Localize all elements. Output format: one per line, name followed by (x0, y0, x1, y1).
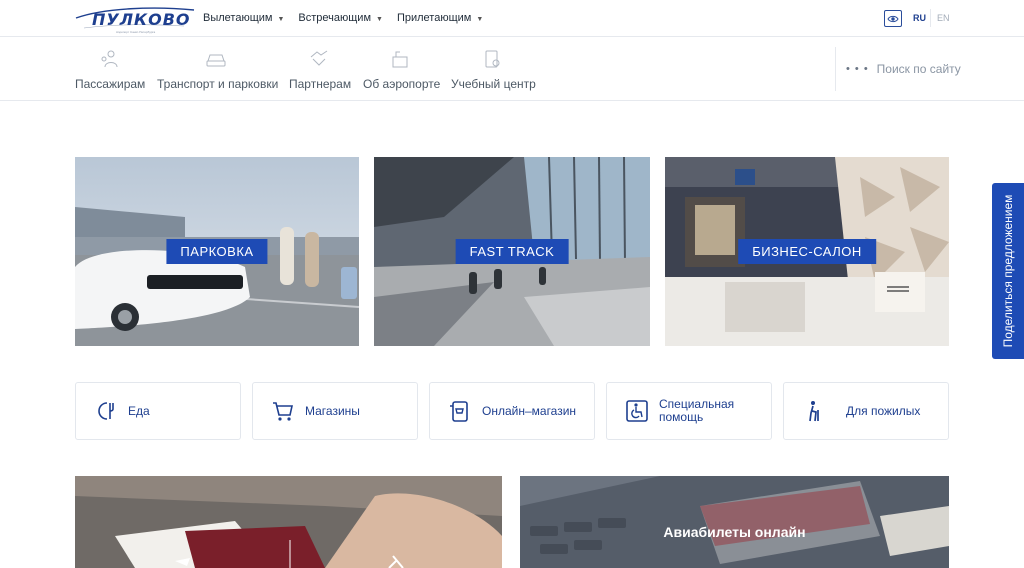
nav-passengers[interactable]: Пассажирам (75, 49, 146, 91)
service-special-assistance-label: Специальная помощь (659, 397, 735, 424)
accessibility-button[interactable] (884, 10, 902, 27)
nav-training-label: Учебный центр (451, 77, 536, 91)
logo[interactable]: ПУЛКОВО Аэропорт Санкт-Петербурга (74, 4, 196, 34)
eye-icon (887, 15, 899, 22)
service-online-shop-label: Онлайн–магазин (482, 403, 577, 418)
training-icon (451, 49, 532, 69)
nav-departing-label: Вылетающим (203, 12, 273, 24)
top-nav: Вылетающим ▼ Встречающим ▼ Прилетающим ▼ (203, 12, 483, 24)
top-bar: ПУЛКОВО Аэропорт Санкт-Петербурга Вылета… (0, 0, 1024, 37)
share-feedback-tab[interactable]: Поделиться предложением (992, 183, 1024, 359)
service-shops[interactable]: Магазины (252, 382, 418, 440)
nav-training[interactable]: Учебный центр (451, 49, 536, 91)
nav-departing[interactable]: Вылетающим ▼ (203, 12, 284, 24)
chevron-down-icon: ▼ (476, 15, 484, 23)
nav-meeting-label: Встречающим (298, 12, 372, 24)
lang-ru[interactable]: RU (913, 13, 926, 23)
nav-arriving-label: Прилетающим (396, 12, 472, 24)
nav-arriving[interactable]: Прилетающим ▼ (397, 12, 483, 24)
card-fast-track[interactable]: FAST TRACK (374, 157, 650, 346)
nav-partners[interactable]: Партнерам (289, 49, 352, 91)
service-special-assistance[interactable]: Специальная помощь (606, 382, 772, 440)
nav-meeting[interactable]: Встречающим ▼ (298, 12, 383, 24)
chevron-down-icon: ▼ (376, 15, 383, 23)
nav-partners-label: Партнерам (289, 77, 352, 91)
service-food-label: Еда (128, 403, 150, 418)
page: ПУЛКОВО Аэропорт Санкт-Петербурга Вылета… (0, 0, 1024, 568)
passengers-icon (75, 49, 143, 69)
banner-travel[interactable] (75, 476, 502, 568)
logo-text: ПУЛКОВО (92, 10, 191, 29)
nav-transport[interactable]: Транспорт и парковки (157, 49, 279, 91)
nav-passengers-label: Пассажирам (75, 77, 146, 91)
travel-image (75, 476, 502, 568)
search-divider (835, 47, 836, 91)
card-parking[interactable]: ПАРКОВКА (75, 157, 359, 346)
lang-divider (930, 9, 931, 27)
card-fast-track-label: FAST TRACK (455, 239, 569, 264)
service-elderly[interactable]: Для пожилых (783, 382, 949, 440)
banner-tickets-title: Авиабилеты онлайн (663, 524, 806, 540)
share-feedback-label: Поделиться предложением (1001, 194, 1015, 348)
chevron-down-icon: ▼ (277, 15, 285, 23)
car-icon (157, 49, 274, 69)
nav-about-label: Об аэропорте (363, 77, 441, 91)
nav-transport-label: Транспорт и парковки (157, 77, 279, 91)
main-nav: Пассажирам Транспорт и парковки Партнера… (0, 37, 1024, 101)
search-input[interactable]: • • • Поиск по сайту (846, 62, 961, 76)
lang-en[interactable]: EN (937, 13, 950, 23)
card-business-lounge[interactable]: БИЗНЕС-САЛОН (665, 157, 949, 346)
nav-about[interactable]: Об аэропорте (363, 49, 441, 91)
food-icon (92, 397, 120, 425)
service-food[interactable]: Еда (75, 382, 241, 440)
online-shop-icon (446, 397, 474, 425)
card-business-lounge-label: БИЗНЕС-САЛОН (738, 239, 876, 264)
service-online-shop[interactable]: Онлайн–магазин (429, 382, 595, 440)
search-icon: • • • (846, 63, 869, 75)
tickets-image (520, 476, 949, 568)
handshake-icon (289, 49, 349, 69)
card-parking-label: ПАРКОВКА (166, 239, 268, 264)
banner-tickets[interactable]: Авиабилеты онлайн (520, 476, 949, 568)
service-elderly-label: Для пожилых (846, 403, 921, 418)
wheelchair-icon (623, 397, 651, 425)
elderly-icon (800, 397, 828, 425)
cart-icon (269, 397, 297, 425)
airport-icon (363, 49, 436, 69)
service-shops-label: Магазины (305, 403, 360, 418)
search-placeholder: Поиск по сайту (876, 62, 961, 76)
logo-subtitle: Аэропорт Санкт-Петербурга (116, 30, 156, 34)
